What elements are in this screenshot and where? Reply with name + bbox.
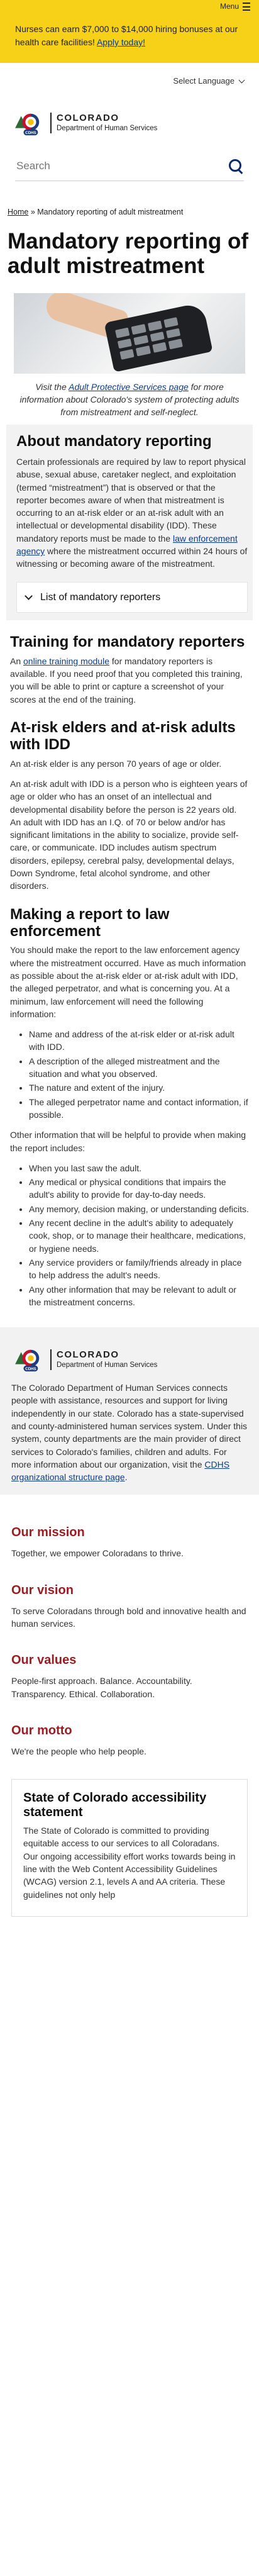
online-training-link[interactable]: online training module bbox=[23, 656, 109, 666]
accessibility-heading: State of Colorado accessibility statemen… bbox=[23, 1791, 207, 1819]
about-text-post: where the mistreatment occurred within 2… bbox=[16, 546, 248, 569]
list-item: Any medical or physical conditions that … bbox=[29, 1176, 249, 1202]
alert-banner: Nurses can earn $7,000 to $14,000 hiring… bbox=[0, 14, 259, 63]
chevron-down-icon bbox=[238, 77, 245, 84]
footer-about-pre: The Colorado Department of Human Service… bbox=[11, 1383, 248, 1469]
list-item: Any other information that may be releva… bbox=[29, 1283, 249, 1309]
helpful-info-list: When you last saw the adult. Any medical… bbox=[10, 1162, 249, 1308]
about-heading: About mandatory reporting bbox=[16, 433, 212, 450]
image-caption: Visit the Adult Protective Services page… bbox=[0, 374, 259, 425]
vision-text: To serve Coloradans through bold and inn… bbox=[11, 1605, 246, 1629]
list-item: Name and address of the at-risk elder or… bbox=[29, 1028, 249, 1054]
accessibility-statement: State of Colorado accessibility statemen… bbox=[11, 1779, 248, 1917]
breadcrumb: Home » Mandatory reporting of adult mist… bbox=[0, 181, 259, 218]
list-item: The nature and extent of the injury. bbox=[29, 1081, 249, 1094]
logo-text: COLORADO Department of Human Services bbox=[50, 113, 158, 134]
site-logo[interactable]: CDHS COLORADO Department of Human Servic… bbox=[0, 96, 259, 149]
making-report-heading: Making a report to law enforcement bbox=[10, 905, 170, 940]
required-info-list: Name and address of the at-risk elder or… bbox=[10, 1028, 249, 1121]
footer-statements: Our mission Together, we empower Colorad… bbox=[0, 1495, 259, 1758]
mandatory-reporters-accordion[interactable]: List of mandatory reporters bbox=[16, 581, 248, 613]
menu-button[interactable]: Menu bbox=[220, 1, 250, 12]
cdhs-logo-icon: CDHS bbox=[15, 113, 40, 135]
at-risk-elder-text: An at-risk elder is any person 70 years … bbox=[10, 758, 222, 769]
menu-label: Menu bbox=[219, 2, 239, 11]
training-section: Training for mandatory reporters An onli… bbox=[0, 633, 259, 1308]
training-text: An online training module for mandatory … bbox=[10, 655, 249, 706]
list-item: Any recent decline in the adult's abilit… bbox=[29, 1217, 249, 1255]
search-input[interactable] bbox=[15, 159, 206, 173]
top-bar: Menu bbox=[0, 0, 259, 14]
footer-logo[interactable]: CDHS COLORADO Department of Human Servic… bbox=[11, 1346, 248, 1381]
about-text: Certain professionals are required by la… bbox=[16, 455, 248, 571]
mission-text: Together, we empower Coloradans to thriv… bbox=[11, 1548, 184, 1559]
motto-text: We're the people who help people. bbox=[11, 1746, 146, 1756]
accordion-label: List of mandatory reporters bbox=[40, 591, 161, 603]
search-button[interactable] bbox=[228, 158, 244, 174]
caption-text-pre: Visit the bbox=[35, 382, 69, 393]
other-info-intro: Other information that will be helpful t… bbox=[10, 1130, 246, 1153]
footer-logo-text: COLORADO Department of Human Services bbox=[50, 1349, 157, 1370]
list-item: A description of the alleged mistreatmen… bbox=[29, 1055, 249, 1081]
logo-line-2: Department of Human Services bbox=[57, 1361, 158, 1369]
list-item: The alleged perpetrator name and contact… bbox=[29, 1096, 249, 1122]
language-selector[interactable]: Select Language bbox=[0, 67, 259, 96]
logo-line-1: COLORADO bbox=[57, 1349, 119, 1360]
training-heading: Training for mandatory reporters bbox=[10, 633, 245, 650]
about-panel: About mandatory reporting Certain profes… bbox=[6, 425, 253, 620]
vision-heading: Our vision bbox=[11, 1583, 74, 1597]
cdhs-logo-icon: CDHS bbox=[15, 1349, 40, 1371]
logo-badge-text: CDHS bbox=[25, 131, 36, 135]
search-icon-handle bbox=[237, 169, 243, 174]
accessibility-text: The State of Colorado is committed to pr… bbox=[23, 1826, 236, 1900]
breadcrumb-current: Mandatory reporting of adult mistreatmen… bbox=[37, 207, 184, 216]
breadcrumb-separator: » bbox=[30, 207, 35, 216]
language-label: Select Language bbox=[173, 76, 234, 86]
training-text-pre: An bbox=[10, 655, 24, 666]
logo-line-2: Department of Human Services bbox=[57, 125, 158, 133]
about-text-pre: Certain professionals are required by la… bbox=[16, 457, 246, 544]
logo-line-1: COLORADO bbox=[57, 113, 119, 124]
hamburger-icon bbox=[243, 3, 250, 11]
values-heading: Our values bbox=[11, 1653, 77, 1668]
chevron-down-icon bbox=[25, 591, 33, 600]
footer-about: CDHS COLORADO Department of Human Servic… bbox=[0, 1327, 259, 1495]
list-item: Any service providers or family/friends … bbox=[29, 1256, 249, 1282]
page-title: Mandatory reporting of adult mistreatmen… bbox=[8, 228, 249, 279]
aps-page-link[interactable]: Adult Protective Services page bbox=[69, 382, 189, 392]
apply-today-link[interactable]: Apply today! bbox=[97, 37, 145, 47]
list-item: Any memory, decision making, or understa… bbox=[29, 1203, 249, 1215]
at-risk-heading: At-risk elders and at-risk adults with I… bbox=[10, 718, 236, 753]
search-bar bbox=[15, 155, 244, 181]
list-item: When you last saw the adult. bbox=[29, 1162, 249, 1174]
values-text: People-first approach. Balance. Accounta… bbox=[11, 1676, 192, 1699]
footer-about-text: The Colorado Department of Human Service… bbox=[11, 1381, 248, 1483]
mission-heading: Our mission bbox=[11, 1525, 85, 1540]
footer-about-post: . bbox=[124, 1472, 128, 1483]
breadcrumb-home-link[interactable]: Home bbox=[8, 208, 28, 216]
making-report-intro: You should make the report to the law en… bbox=[10, 945, 246, 1019]
motto-heading: Our motto bbox=[11, 1723, 72, 1737]
logo-badge-text: CDHS bbox=[25, 1367, 36, 1371]
hero-image-phone bbox=[14, 293, 245, 374]
at-risk-idd-text: An at-risk adult with IDD is a person wh… bbox=[10, 778, 248, 891]
